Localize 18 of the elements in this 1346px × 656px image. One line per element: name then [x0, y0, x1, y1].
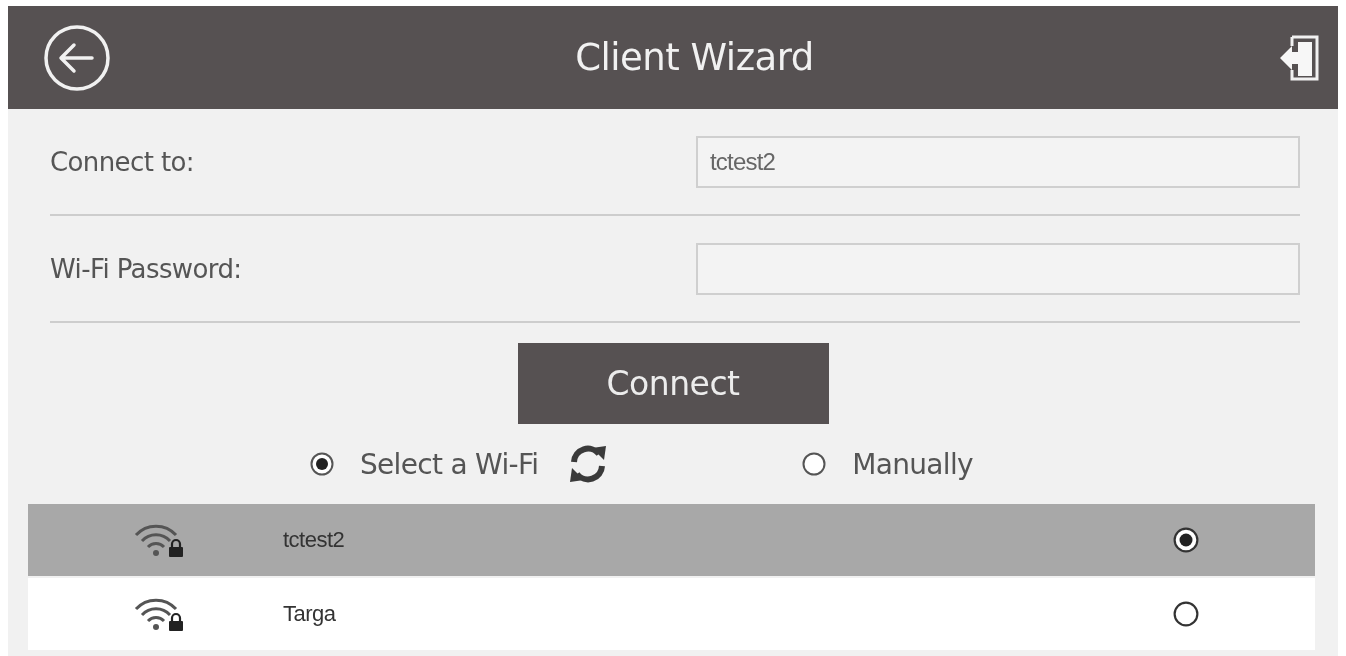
radio-icon[interactable] [1173, 601, 1199, 627]
window-title: Client Wizard [575, 36, 814, 79]
back-icon[interactable] [43, 23, 111, 92]
network-name: Targa [283, 601, 337, 627]
field-label: Wi-Fi Password: [50, 253, 242, 284]
radio-selected-icon[interactable] [310, 452, 334, 476]
password-field[interactable] [696, 242, 1300, 295]
radio-selected-icon[interactable] [1173, 527, 1199, 553]
network-name-field[interactable]: tctest2 [696, 135, 1300, 188]
network-name: tctest2 [283, 527, 346, 553]
mode-radio-option[interactable]: Select a Wi-Fi [310, 447, 539, 481]
exit-door-icon[interactable] [1278, 33, 1320, 82]
network-row[interactable]: Targa [28, 578, 1315, 650]
connect-button[interactable]: Connect [517, 343, 829, 424]
network-row-selected[interactable]: tctest2 [28, 504, 1315, 576]
field-label: Connect to: [50, 146, 195, 177]
mode-radio-option[interactable]: Manually [802, 447, 973, 481]
radio-icon[interactable] [802, 452, 827, 476]
